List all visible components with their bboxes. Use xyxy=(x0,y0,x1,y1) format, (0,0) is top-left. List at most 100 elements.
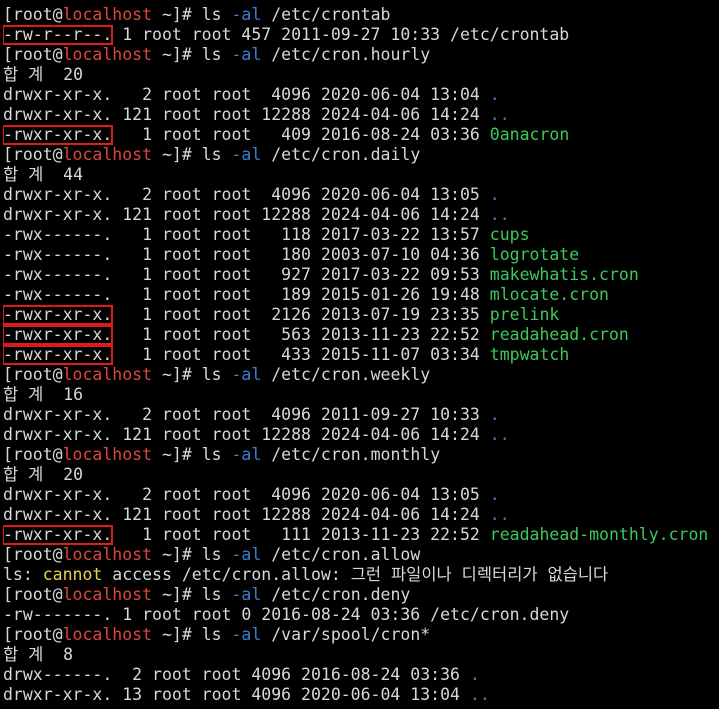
command-flag: -al xyxy=(231,585,262,604)
line-text: drwxr-xr-x. 121 root root 12288 2024-04-… xyxy=(3,105,490,124)
line-text: ~]# ls xyxy=(152,585,232,604)
terminal-line: drwxr-xr-x. 121 root root 12288 2024-04-… xyxy=(3,105,717,125)
line-text: /etc/cron.daily xyxy=(261,145,421,164)
prompt-hostname: localhost xyxy=(62,545,153,564)
executable-filename: cups xyxy=(489,225,530,244)
command-flag: -al xyxy=(231,365,262,384)
terminal-line: -rwxr-xr-x. 1 root root 563 2013-11-23 2… xyxy=(3,325,717,345)
directory-entry: . xyxy=(489,85,500,104)
highlighted-permission: -rwxr-xr-x. xyxy=(3,525,114,545)
command-flag: -al xyxy=(231,145,262,164)
line-text: 1 root root 563 2013-11-23 22:52 xyxy=(112,325,490,344)
line-text: 1 root root 111 2013-11-23 22:52 xyxy=(112,525,490,544)
line-text: /etc/cron.hourly xyxy=(261,45,431,64)
terminal-line: [root@localhost ~]# ls -al /etc/cron.den… xyxy=(3,585,717,605)
prompt-hostname: localhost xyxy=(62,5,153,24)
terminal-line: drwxr-xr-x. 2 root root 4096 2020-06-04 … xyxy=(3,85,717,105)
line-text: /etc/cron.allow xyxy=(261,545,421,564)
highlighted-permission: -rwxr-xr-x. xyxy=(3,125,114,145)
line-text: -rw-------. 1 root root 0 2016-08-24 03:… xyxy=(3,605,570,624)
line-text: [root@ xyxy=(3,545,63,564)
terminal-line: -rw-r--r--. 1 root root 457 2011-09-27 1… xyxy=(3,25,717,45)
terminal-line: [root@localhost ~]# ls -al /etc/cron.hou… xyxy=(3,45,717,65)
line-text: [root@ xyxy=(3,585,63,604)
terminal-line: -rwx------. 1 root root 927 2017-03-22 0… xyxy=(3,265,717,285)
line-text: -rwx------. 1 root root 118 2017-03-22 1… xyxy=(3,225,490,244)
line-text: ~]# ls xyxy=(152,45,232,64)
terminal-line: drwxr-xr-x. 121 root root 12288 2024-04-… xyxy=(3,205,717,225)
terminal-line: drwxr-xr-x. 2 root root 4096 2020-06-04 … xyxy=(3,485,717,505)
terminal-line: -rwx------. 1 root root 180 2003-07-10 0… xyxy=(3,245,717,265)
terminal-line: [root@localhost ~]# ls -al /etc/cron.wee… xyxy=(3,365,717,385)
terminal-line: 합 계 20 xyxy=(3,65,717,85)
terminal-line: [root@localhost ~]# ls -al /etc/cron.dai… xyxy=(3,145,717,165)
terminal-line: 합 계 20 xyxy=(3,465,717,485)
directory-entry: . xyxy=(489,185,500,204)
terminal-line: [root@localhost ~]# ls -al /etc/crontab xyxy=(3,5,717,25)
line-text: /etc/cron.deny xyxy=(261,585,411,604)
directory-entry: .. xyxy=(469,685,490,704)
line-text: [root@ xyxy=(3,445,63,464)
line-text: ~]# ls xyxy=(152,145,232,164)
terminal-line: -rwx------. 1 root root 189 2015-01-26 1… xyxy=(3,285,717,305)
directory-entry: .. xyxy=(489,105,510,124)
line-text: ls: xyxy=(3,565,43,584)
line-text: drwx------. 2 root root 4096 2016-08-24 … xyxy=(3,665,470,684)
terminal-line: drwx------. 2 root root 4096 2016-08-24 … xyxy=(3,665,717,685)
terminal-line: drwxr-xr-x. 2 root root 4096 2011-09-27 … xyxy=(3,405,717,425)
terminal-line: -rw-------. 1 root root 0 2016-08-24 03:… xyxy=(3,605,717,625)
prompt-hostname: localhost xyxy=(62,445,153,464)
terminal-line: -rwxr-xr-x. 1 root root 111 2013-11-23 2… xyxy=(3,525,717,545)
line-text: drwxr-xr-x. 2 root root 4096 2011-09-27 … xyxy=(3,405,490,424)
highlighted-permission: -rwxr-xr-x. xyxy=(3,345,114,365)
line-text: /var/spool/cron* xyxy=(261,625,431,644)
terminal-line: [root@localhost ~]# ls -al /etc/cron.mon… xyxy=(3,445,717,465)
command-flag: -al xyxy=(231,5,262,24)
line-text: access /etc/cron.allow: 그런 파일이나 디렉터리가 없습… xyxy=(102,565,609,584)
line-text: 1 root root 409 2016-08-24 03:36 xyxy=(112,125,490,144)
line-text: drwxr-xr-x. 121 root root 12288 2024-04-… xyxy=(3,425,490,444)
terminal-line: [root@localhost ~]# ls -al /etc/cron.all… xyxy=(3,545,717,565)
line-text: drwxr-xr-x. 2 root root 4096 2020-06-04 … xyxy=(3,85,490,104)
line-text: drwxr-xr-x. 13 root root 4096 2020-06-04… xyxy=(3,685,470,704)
command-flag: -al xyxy=(231,545,262,564)
executable-filename: makewhatis.cron xyxy=(489,265,639,284)
line-text: 1 root root 457 2011-09-27 10:33 /etc/cr… xyxy=(112,25,570,44)
line-text: 합 계 16 xyxy=(3,385,84,404)
executable-filename: readahead-monthly.cron xyxy=(489,525,709,544)
terminal-line: -rwxr-xr-x. 1 root root 409 2016-08-24 0… xyxy=(3,125,717,145)
prompt-hostname: localhost xyxy=(62,145,153,164)
terminal-output[interactable]: [root@localhost ~]# ls -al /etc/crontab -… xyxy=(3,5,717,705)
line-text: ~]# ls xyxy=(152,5,232,24)
error-keyword: cannot xyxy=(42,565,103,584)
highlighted-permission: -rwxr-xr-x. xyxy=(3,305,114,325)
directory-entry: .. xyxy=(489,205,510,224)
line-text: 합 계 20 xyxy=(3,465,84,484)
prompt-hostname: localhost xyxy=(62,365,153,384)
terminal-line: -rwxr-xr-x. 1 root root 433 2015-11-07 0… xyxy=(3,345,717,365)
directory-entry: . xyxy=(489,485,500,504)
highlighted-permission: -rwxr-xr-x. xyxy=(3,325,114,345)
terminal-line: -rwx------. 1 root root 118 2017-03-22 1… xyxy=(3,225,717,245)
directory-entry: .. xyxy=(489,425,510,444)
line-text: ~]# ls xyxy=(152,545,232,564)
line-text: ~]# ls xyxy=(152,445,232,464)
prompt-hostname: localhost xyxy=(62,585,153,604)
terminal-line: 합 계 44 xyxy=(3,165,717,185)
executable-filename: prelink xyxy=(489,305,560,324)
terminal-line: drwxr-xr-x. 121 root root 12288 2024-04-… xyxy=(3,505,717,525)
line-text: -rwx------. 1 root root 927 2017-03-22 0… xyxy=(3,265,490,284)
line-text: [root@ xyxy=(3,365,63,384)
line-text: -rwx------. 1 root root 180 2003-07-10 0… xyxy=(3,245,490,264)
line-text: drwxr-xr-x. 2 root root 4096 2020-06-04 … xyxy=(3,185,490,204)
terminal-line: ls: cannot access /etc/cron.allow: 그런 파일… xyxy=(3,565,717,585)
line-text: [root@ xyxy=(3,5,63,24)
command-flag: -al xyxy=(231,625,262,644)
prompt-hostname: localhost xyxy=(62,45,153,64)
executable-filename: mlocate.cron xyxy=(489,285,609,304)
directory-entry: .. xyxy=(489,505,510,524)
directory-entry: . xyxy=(489,405,500,424)
directory-entry: . xyxy=(469,665,480,684)
line-text: /etc/cron.weekly xyxy=(261,365,431,384)
terminal-line: drwxr-xr-x. 13 root root 4096 2020-06-04… xyxy=(3,685,717,705)
